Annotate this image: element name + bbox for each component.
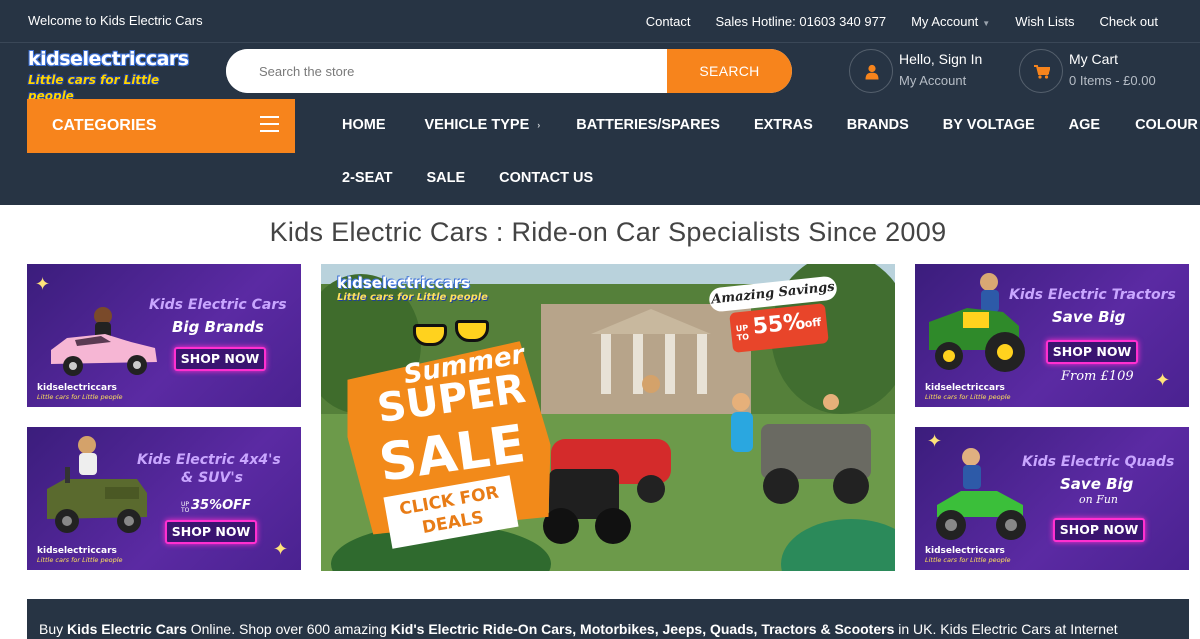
green-quad-image — [936, 448, 1026, 540]
star-icon: ✦ — [35, 274, 51, 294]
nav-vehicle-type-label: VEHICLE TYPE — [424, 117, 530, 133]
pink-car-image — [51, 307, 157, 376]
hamburger-icon — [260, 116, 279, 134]
nav-row-1: HOME VEHICLE TYPE › BATTERIES/SPARES EXTR… — [342, 117, 1198, 137]
contact-link[interactable]: Contact — [646, 14, 691, 29]
search-bar: SEARCH — [226, 49, 792, 93]
nav-row-2: 2-SEAT SALE CONTACT US — [342, 170, 593, 190]
cart-icon-circle — [1019, 49, 1063, 93]
hero-logo: kidselectriccars Little cars for Little … — [337, 274, 488, 303]
nav-contact-us[interactable]: CONTACT US — [499, 170, 593, 190]
shop-now-button[interactable]: SHOP NOW — [1046, 340, 1138, 364]
shop-now-button[interactable]: SHOP NOW — [174, 347, 266, 371]
nav-vehicle-type[interactable]: VEHICLE TYPE › — [425, 117, 541, 137]
intro-middle: Online. Shop over 600 amazing — [186, 621, 391, 637]
banner-subtitle: Save Big — [1052, 308, 1126, 326]
intro-prefix: Buy — [39, 621, 68, 637]
my-account-label: My Account — [911, 14, 979, 29]
nav-colour[interactable]: COLOUR — [1135, 117, 1198, 137]
header: kidselectriccars Little cars for Little … — [0, 43, 1200, 104]
search-button[interactable]: SEARCH — [667, 49, 792, 93]
banner-kids-electric-cars[interactable]: ✦ Kids Electric Cars Big Brands SHOP NOW… — [27, 264, 301, 407]
mini-logo: kidselectriccars Little cars for Little p… — [925, 546, 1011, 564]
banner-kids-electric-tractors[interactable]: Kids Electric Tractors Save Big SHOP NOW… — [915, 264, 1189, 407]
banner-title-line2: & SUV's — [181, 470, 243, 486]
logo-wordmark: kidselectriccars — [28, 48, 189, 70]
categories-button[interactable]: CATEGORIES — [27, 99, 295, 153]
cart-widget[interactable]: My Cart 0 Items - £0.00 — [1019, 49, 1189, 93]
shop-now-button[interactable]: SHOP NOW — [165, 520, 257, 544]
banner-title: Kids Electric Tractors — [1009, 287, 1176, 303]
nav-age[interactable]: AGE — [1069, 117, 1100, 137]
chevron-down-icon: ▼ — [982, 19, 991, 28]
wish-lists-link[interactable]: Wish Lists — [1015, 14, 1074, 29]
page-title: Kids Electric Cars : Ride-on Car Special… — [269, 217, 947, 247]
sunglasses-icon — [413, 320, 493, 346]
hero-summer-sale-banner[interactable]: kidselectriccars Little cars for Little … — [321, 264, 895, 571]
discount-percent: 55% — [751, 309, 807, 340]
star-icon: ✦ — [273, 539, 289, 559]
hero-logo-tagline: Little cars for Little people — [337, 292, 488, 303]
discount-prefix: UP TO — [181, 501, 190, 514]
sign-in-title: Hello, Sign In — [899, 51, 983, 67]
top-bar: Welcome to Kids Electric Cars Contact Sa… — [0, 0, 1200, 43]
top-links: Contact Sales Hotline: 01603 340 977 My … — [646, 14, 1158, 29]
nav-sale[interactable]: SALE — [427, 170, 466, 190]
nav-batteries-spares[interactable]: BATTERIES/SPARES — [576, 117, 720, 137]
shopping-cart-icon — [1020, 50, 1064, 94]
my-account-link[interactable]: My Account ▼ — [911, 14, 990, 29]
main-nav: CATEGORIES HOME VEHICLE TYPE › BATTERIES/… — [0, 99, 1200, 205]
nav-2-seat[interactable]: 2-SEAT — [342, 170, 393, 190]
intro-text: Buy Kids Electric Cars Online. Shop over… — [39, 621, 1118, 637]
hero-logo-wordmark: kidselectriccars — [337, 274, 471, 292]
user-icon — [850, 50, 894, 94]
categories-label: CATEGORIES — [52, 117, 157, 134]
welcome-text: Welcome to Kids Electric Cars — [28, 13, 203, 28]
banner-subtitle: Save Big — [1060, 475, 1134, 493]
banner-kids-electric-4x4s[interactable]: Kids Electric 4x4's & SUV's UP TO 35%OFF… — [27, 427, 301, 570]
discount-upto: UP TO — [735, 323, 750, 343]
cart-summary: 0 Items - £0.00 — [1069, 73, 1156, 88]
cart-title: My Cart — [1069, 51, 1118, 67]
green-tractor-image — [929, 273, 1025, 372]
banner-title: Kids Electric Cars — [149, 297, 287, 313]
mini-logo: kidselectriccars Little cars for Little p… — [925, 383, 1011, 401]
banner-title: Kids Electric 4x4's — [137, 452, 281, 468]
mini-logo: kidselectriccars Little cars for Little p… — [37, 546, 123, 564]
green-jeep-image — [47, 436, 147, 533]
banner-subtitle: Big Brands — [172, 318, 264, 336]
price-from-text: From £109 — [1061, 369, 1134, 384]
sales-hotline-link[interactable]: Sales Hotline: 01603 340 977 — [716, 14, 887, 29]
intro-bold-kids-electric-cars[interactable]: Kids Electric Cars — [67, 621, 187, 637]
nav-extras[interactable]: EXTRAS — [754, 117, 813, 137]
mini-logo: kidselectriccars Little cars for Little p… — [37, 383, 123, 401]
nav-brands[interactable]: BRANDS — [847, 117, 909, 137]
intro-text-bar: Buy Kids Electric Cars Online. Shop over… — [27, 599, 1189, 639]
discount-off: off — [804, 315, 822, 331]
account-widget[interactable]: Hello, Sign In My Account — [849, 49, 1009, 93]
shop-now-button[interactable]: SHOP NOW — [1053, 518, 1145, 542]
banner-title: Kids Electric Quads — [1022, 454, 1175, 470]
site-logo[interactable]: kidselectriccars Little cars for Little … — [28, 48, 194, 104]
intro-bold-product-types[interactable]: Kid's Electric Ride-On Cars, Motorbikes,… — [391, 621, 895, 637]
search-input[interactable] — [226, 49, 667, 93]
discount-text: 35%OFF — [191, 498, 251, 513]
my-account-subtitle: My Account — [899, 73, 967, 88]
banner-kids-electric-quads[interactable]: ✦ Kids Electric Quads Save Big on Fun SH… — [915, 427, 1189, 570]
nav-home[interactable]: HOME — [342, 117, 386, 137]
nav-by-voltage[interactable]: BY VOLTAGE — [943, 117, 1035, 137]
star-icon: ✦ — [1155, 370, 1171, 390]
chevron-right-icon: › — [537, 120, 541, 130]
intro-suffix: in UK. Kids Electric Cars at Internet — [894, 621, 1118, 637]
checkout-link[interactable]: Check out — [1099, 14, 1158, 29]
banner-subtitle-line2: on Fun — [1079, 493, 1119, 506]
account-icon-circle — [849, 49, 893, 93]
